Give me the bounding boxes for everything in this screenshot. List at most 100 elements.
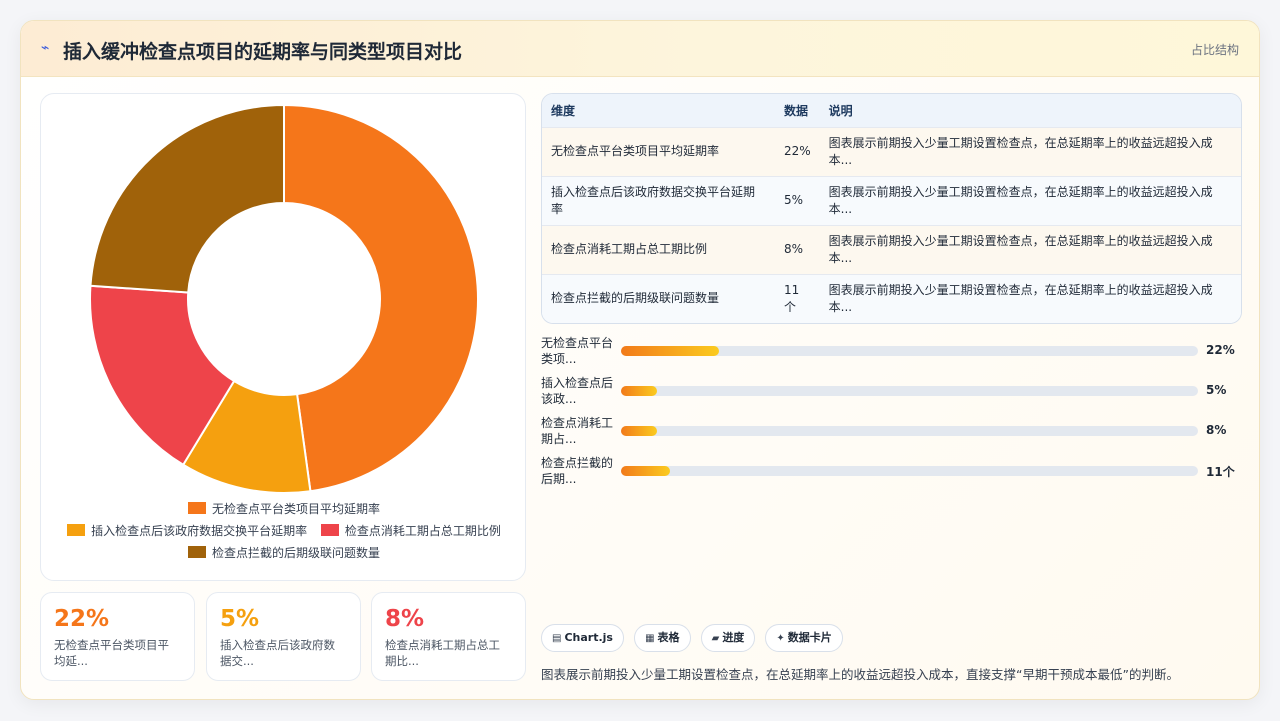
legend-swatch-1 [187, 502, 206, 514]
progress-row: 插入检查点后 该政... 5% [541, 375, 1241, 415]
progress-label-line1: 检查点消耗工 [541, 416, 614, 430]
stat-label-line1: 无检查点平台类项目平 [54, 638, 169, 652]
cell-data: 5% [784, 193, 804, 207]
view-switcher: ▤ Chart.js ▦ 表格 ▰ 进度 ✦ 数据卡片 [541, 624, 848, 652]
progress-fill [621, 466, 671, 476]
chip-label: 进度 [722, 631, 745, 644]
chart-legend: 无检查点平台类项目平均延期率 插入检查点后该政府数据交换平台延期率 检查点消耗工… [41, 498, 527, 564]
stat-card-2: 5% 插入检查点后该政府数 据交... [206, 592, 361, 681]
cell-dimension-line1: 插入检查点后该政府数据交换平台延期 [551, 184, 756, 199]
progress-row: 检查点消耗工 期占... 8% [541, 415, 1241, 455]
stat-label-line1: 检查点消耗工期占总工 [385, 638, 500, 652]
progress-value: 22% [1206, 343, 1235, 357]
stat-card-3: 8% 检查点消耗工期占总工 期比... [371, 592, 526, 681]
main-card: ⌁ 插入缓冲检查点项目的延期率与同类型项目对比 占比结构 无检查点平台类项目平均… [20, 20, 1260, 700]
chip-progress[interactable]: ▰ 进度 [700, 624, 756, 652]
progress-label: 检查点拦截的 后期... [541, 455, 619, 487]
chart-type-tag: 占比结构 [1190, 43, 1239, 57]
legend-swatch-2 [67, 524, 86, 536]
chart-trend-icon: ⌁ [41, 40, 50, 56]
cell-desc-line2: 本... [828, 152, 853, 167]
cell-data: 8% [784, 242, 804, 256]
cell-dimension: 插入检查点后该政府数据交换平台延期率 [542, 176, 775, 225]
progress-fill [621, 346, 720, 356]
progress-label-line1: 检查点拦截的 [541, 456, 614, 470]
stat-label: 无检查点平台类项目平 均延... [54, 637, 181, 669]
table-row[interactable]: 无检查点平台类项目平均延期率 22% 图表展示前期投入少量工期设置检查点，在总延… [542, 127, 1241, 176]
cell-description: 图表展示前期投入少量工期设置检查点，在总延期率上的收益远超投入成 本... [820, 127, 1241, 176]
cell-desc-line1: 图表展示前期投入少量工期设置检查点，在总延期率上的收益远超投入成 [828, 184, 1213, 199]
progress-track [621, 386, 1198, 396]
cell-dimension-line1: 无检查点平台类项目平均延期率 [551, 144, 720, 158]
cell-desc-line1: 图表展示前期投入少量工期设置检查点，在总延期率上的收益远超投入成 [828, 233, 1213, 248]
progress-track [621, 426, 1198, 436]
legend-item-2[interactable]: 插入检查点后该政府数据交换平台延期率 [67, 520, 307, 542]
progress-label: 无检查点平台 类项... [541, 335, 619, 367]
folder-icon: ▰ [711, 633, 720, 644]
stat-card-1: 22% 无检查点平台类项目平 均延... [40, 592, 195, 681]
cell-dimension: 检查点消耗工期占总工期比例 [542, 225, 775, 274]
progress-label: 插入检查点后 该政... [541, 375, 619, 407]
card-header: ⌁ 插入缓冲检查点项目的延期率与同类型项目对比 占比结构 [21, 21, 1259, 77]
progress-value: 5% [1206, 383, 1227, 397]
stat-label: 检查点消耗工期占总工 期比... [385, 637, 512, 669]
grid-icon: ▦ [645, 633, 655, 644]
cell-desc-line1: 图表展示前期投入少量工期设置检查点，在总延期率上的收益远超投入成 [828, 282, 1213, 297]
page-title: 插入缓冲检查点项目的延期率与同类型项目对比 [63, 41, 463, 63]
table-header-row: 维度 数据 说明 [542, 94, 1241, 127]
progress-label-line2: 类项... [541, 352, 577, 366]
chip-label: 数据卡片 [787, 631, 832, 644]
cell-description: 图表展示前期投入少量工期设置检查点，在总延期率上的收益远超投入成 本... [820, 225, 1241, 274]
progress-label-line2: 后期... [541, 472, 577, 486]
donut-slice-4[interactable] [89, 103, 285, 294]
progress-label-line2: 该政... [541, 392, 577, 406]
cell-data: 22% [784, 144, 811, 158]
doughnut-chart [89, 103, 479, 494]
legend-item-3[interactable]: 检查点消耗工期占总工期比例 [320, 520, 501, 542]
legend-label-4: 检查点拦截的后期级联问题数量 [211, 546, 380, 560]
cell-dimension-line1: 检查点消耗工期占总工期比例 [551, 242, 708, 256]
cell-desc-line2: 本... [828, 201, 853, 216]
legend-label-3: 检查点消耗工期占总工期比例 [344, 524, 501, 538]
progress-label-line1: 插入检查点后 [541, 376, 614, 390]
cell-data: 11个 [784, 282, 800, 314]
chip-table[interactable]: ▦ 表格 [634, 624, 691, 652]
cell-description: 图表展示前期投入少量工期设置检查点，在总延期率上的收益远超投入成 本... [820, 274, 1241, 323]
progress-row: 无检查点平台 类项... 22% [541, 335, 1241, 375]
column-header-dimension[interactable]: 维度 [542, 94, 775, 127]
column-header-description[interactable]: 说明 [820, 94, 1241, 127]
donut-slice-1[interactable] [283, 103, 479, 493]
cell-description: 图表展示前期投入少量工期设置检查点，在总延期率上的收益远超投入成 本... [820, 176, 1241, 225]
chip-label: 表格 [657, 631, 680, 644]
table-row[interactable]: 检查点消耗工期占总工期比例 8% 图表展示前期投入少量工期设置检查点，在总延期率… [542, 225, 1241, 274]
stat-label-line2: 期比... [385, 654, 419, 668]
chip-data-cards[interactable]: ✦ 数据卡片 [765, 624, 843, 652]
stat-value: 8% [385, 606, 425, 632]
cell-dimension-line1: 检查点拦截的后期级联问题数量 [551, 291, 720, 306]
sparkle-icon: ✦ [776, 633, 785, 644]
chip-chartjs[interactable]: ▤ Chart.js [541, 624, 624, 652]
progress-fill [621, 386, 657, 396]
table-row[interactable]: 插入检查点后该政府数据交换平台延期率 5% 图表展示前期投入少量工期设置检查点，… [542, 176, 1241, 225]
cell-dimension: 检查点拦截的后期级联问题数量 [542, 274, 775, 323]
table-row[interactable]: 检查点拦截的后期级联问题数量 11个 图表展示前期投入少量工期设置检查点，在总延… [542, 274, 1241, 323]
cell-dimension: 无检查点平台类项目平均延期率 [542, 127, 775, 176]
doughnut-chart-panel: 无检查点平台类项目平均延期率 插入检查点后该政府数据交换平台延期率 检查点消耗工… [40, 93, 526, 581]
progress-label-line2: 期占... [541, 432, 577, 446]
progress-value: 11个 [1206, 465, 1235, 479]
cell-dimension-line2: 率 [551, 201, 564, 216]
cell-desc-line2: 本... [828, 299, 853, 314]
column-header-data[interactable]: 数据 [775, 94, 820, 127]
legend-swatch-3 [320, 524, 339, 536]
legend-swatch-4 [187, 546, 206, 558]
legend-item-1[interactable]: 无检查点平台类项目平均延期率 [187, 498, 380, 520]
table-icon: ▤ [552, 633, 562, 644]
stat-label-line2: 据交... [220, 654, 254, 668]
legend-label-2: 插入检查点后该政府数据交换平台延期率 [91, 524, 308, 538]
progress-label: 检查点消耗工 期占... [541, 415, 619, 447]
progress-value: 8% [1206, 423, 1227, 437]
stat-label: 插入检查点后该政府数 据交... [220, 637, 347, 669]
legend-item-4[interactable]: 检查点拦截的后期级联问题数量 [187, 542, 380, 564]
chart-caption: 图表展示前期投入少量工期设置检查点，在总延期率上的收益远超投入成本，直接支撑“早… [541, 667, 1179, 682]
cell-desc-line2: 本... [828, 250, 853, 265]
